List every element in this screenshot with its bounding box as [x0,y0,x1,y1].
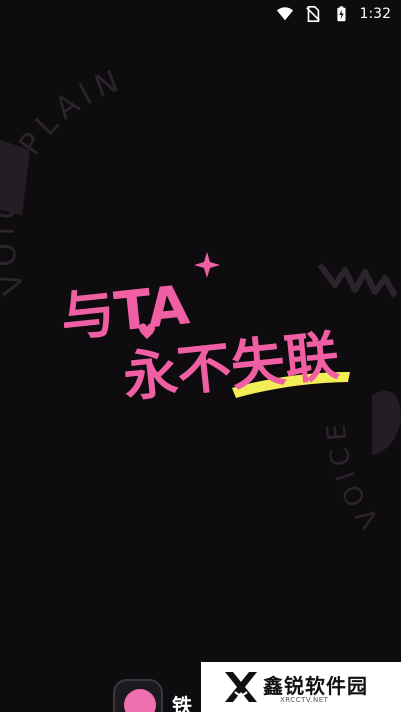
slogan: 与TA 永不失联 [58,252,350,409]
heart-icon [124,689,156,712]
watermark-title: 鑫锐软件园 [263,674,368,698]
slogan-line-1: 与TA [58,273,193,349]
watermark: 鑫锐软件园 XRCCTV.NET [201,662,401,712]
watermark-subtitle: XRCCTV.NET [280,696,329,704]
app-icon [113,679,163,712]
app-name: 铁 [172,694,192,712]
x-logo-icon [225,672,257,702]
splash-screen: 1:32 VOICE PLAIN VOICE 与TA 永不失联 [0,0,401,712]
sparkle-icon [194,252,220,278]
